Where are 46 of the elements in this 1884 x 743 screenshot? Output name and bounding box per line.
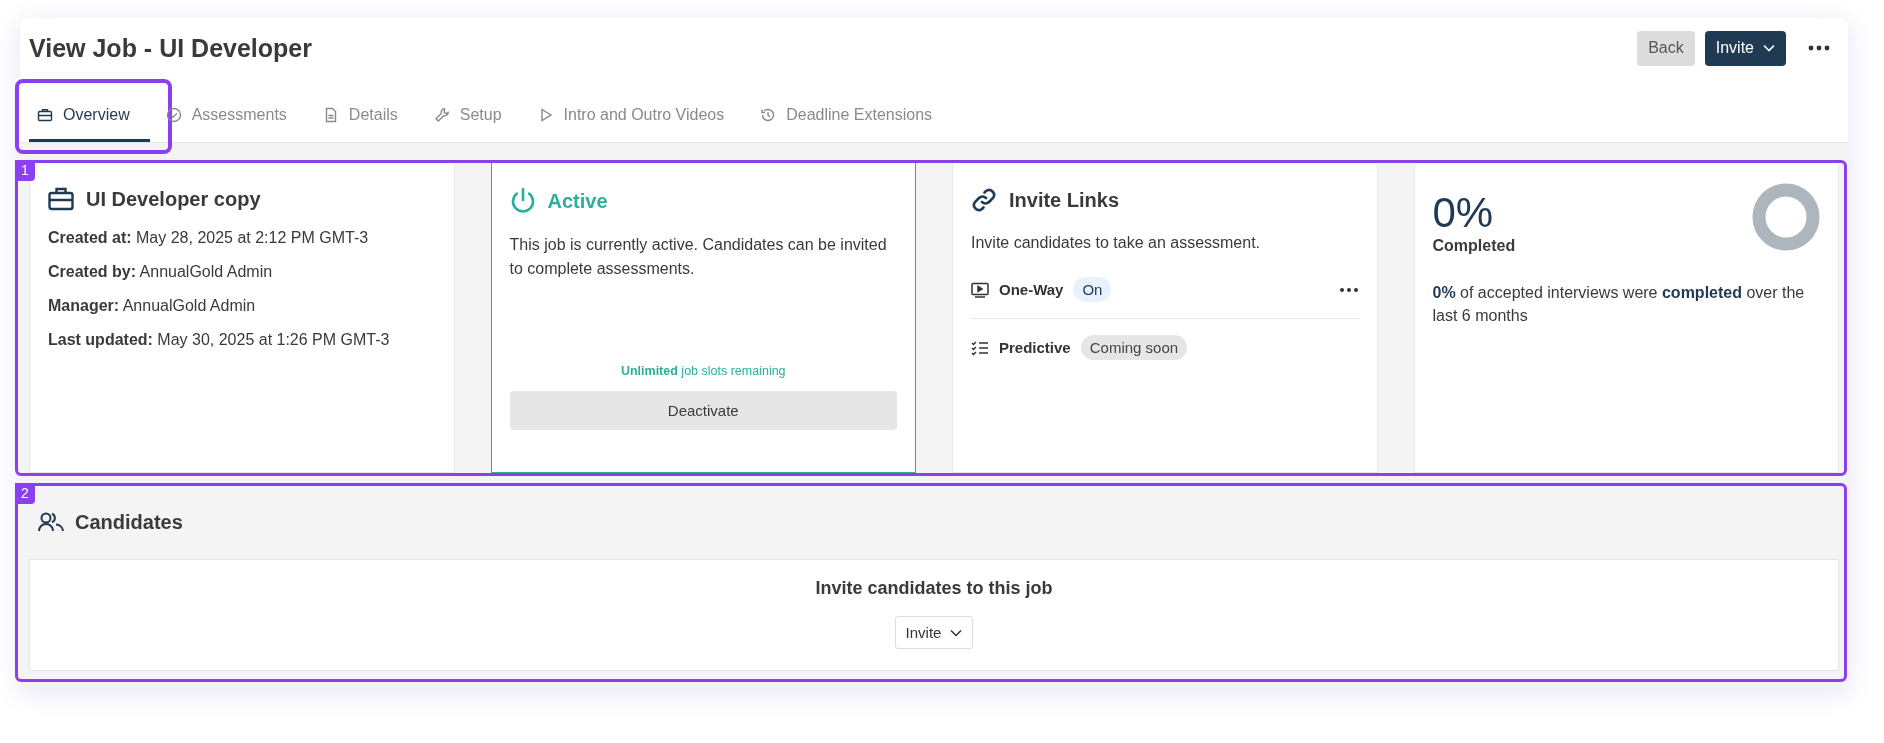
tab[interactable]: Details — [318, 90, 410, 142]
link-name: One-Way — [999, 281, 1064, 298]
checklist-icon — [971, 339, 989, 356]
completion-value: 0% — [1432, 189, 1495, 237]
caret-icon — [1763, 44, 1775, 52]
invite-description: Invite candidates to take an assessment. — [971, 233, 1262, 253]
wrench-icon — [433, 106, 450, 123]
detail-line: Created by: AnnualGold Admin — [48, 263, 274, 281]
section-title: Candidates — [75, 510, 183, 534]
tab[interactable]: Intro and Outro Videos — [533, 90, 737, 142]
donut-drawing — [1752, 183, 1820, 251]
tab[interactable]: Setup — [429, 90, 514, 142]
briefcase-icon — [37, 106, 53, 123]
detail-line: Last updated: May 30, 2025 at 1:26 PM GMT-3 — [48, 331, 391, 349]
more-icon[interactable] — [1808, 45, 1830, 51]
card-title: Invite Links — [1009, 188, 1120, 212]
invite-button[interactable]: Invite — [1704, 30, 1786, 66]
annotation-number: 2 — [15, 483, 35, 504]
deactivate-button[interactable]: Deactivate — [509, 391, 897, 430]
tab[interactable]: Assessments — [161, 90, 299, 142]
status-badge: On — [1073, 277, 1112, 302]
status-badge: Coming soon — [1080, 335, 1188, 360]
status-title: Active — [547, 189, 608, 213]
check-circle-icon — [165, 106, 182, 123]
caret-icon — [950, 628, 963, 637]
page-title: View Job - UI Developer — [29, 33, 312, 63]
back-button[interactable]: Back — [1637, 30, 1695, 66]
card-title: UI Developer copy — [86, 187, 261, 211]
tab[interactable]: Deadline Extensions — [756, 90, 945, 142]
users-icon — [38, 512, 64, 532]
annotation-number: 1 — [15, 160, 35, 181]
briefcase-icon — [48, 187, 74, 211]
power-icon — [509, 187, 536, 215]
invite-dropdown[interactable]: Invite — [894, 616, 974, 649]
completion-summary: 0% of accepted interviews were completed over the last 6 months — [1432, 283, 1806, 327]
empty-state-title: Invite candidates to this job — [815, 578, 1053, 599]
completion-label: Completed — [1432, 237, 1516, 255]
slots-remaining: Unlimited job slots remaining — [619, 364, 787, 378]
link-icon — [971, 187, 997, 213]
link-name: Predictive — [999, 339, 1071, 356]
detail-line: Created at: May 28, 2025 at 2:12 PM GMT-3 — [48, 229, 370, 247]
more-icon[interactable] — [1338, 286, 1359, 293]
video-icon — [971, 281, 989, 298]
detail-line: Manager: AnnualGold Admin — [48, 297, 257, 315]
history-icon — [760, 106, 777, 123]
status-description: This job is currently active. Candidates can be invited to complete assessments. — [509, 235, 888, 279]
